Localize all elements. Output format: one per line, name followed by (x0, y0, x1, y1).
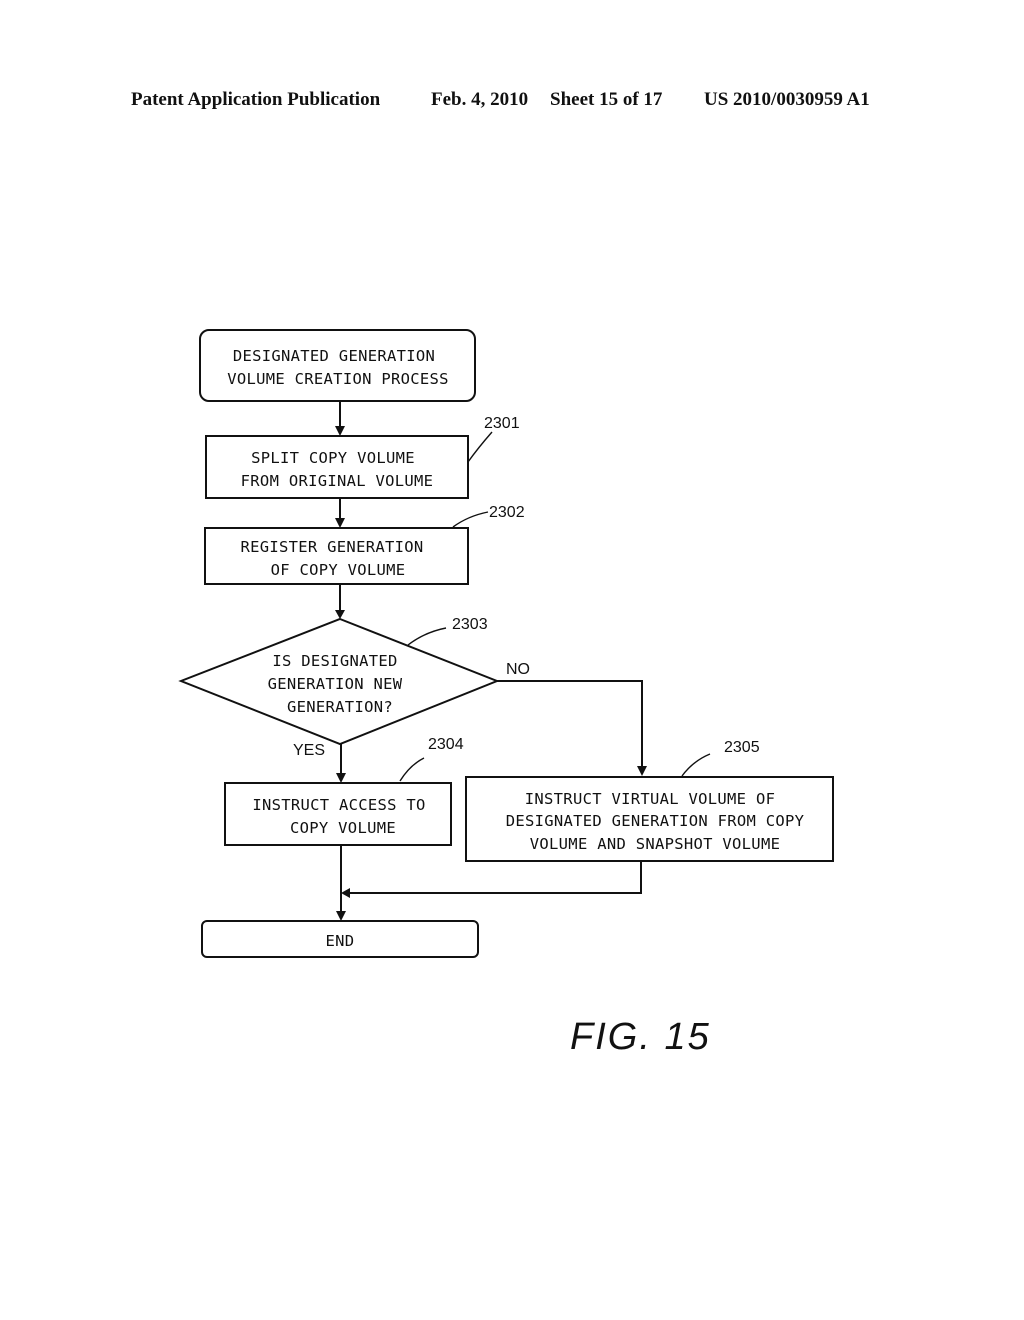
figure-label: FIG. 15 (570, 1016, 711, 1058)
step-2304-line-2: COPY VOLUME (290, 819, 396, 837)
start-line-2: VOLUME CREATION PROCESS (227, 370, 449, 388)
decision-2303-line-1: IS DESIGNATED (272, 652, 397, 670)
ref-2301: 2301 (484, 415, 520, 432)
decision-2303-line-2: GENERATION NEW (268, 675, 403, 693)
ref-2304-leader (399, 757, 425, 782)
step-2302-line-2: OF COPY VOLUME (271, 561, 406, 579)
decision-2303-line-3: GENERATION? (287, 698, 393, 716)
step-2305-line-1: INSTRUCT VIRTUAL VOLUME OF (525, 790, 775, 808)
no-branch: NO (497, 661, 647, 776)
step-2305-line-3: VOLUME AND SNAPSHOT VOLUME (530, 835, 780, 853)
end-terminal: END (201, 920, 479, 958)
step-2302-line-1: REGISTER GENERATION (240, 538, 423, 556)
start-terminal-shape (199, 329, 476, 402)
decision-2303: IS DESIGNATED GENERATION NEW GENERATION?… (178, 616, 500, 746)
ref-2302: 2302 (489, 504, 525, 521)
ref-2303: 2303 (452, 616, 488, 633)
arrow-2302-to-2303 (335, 584, 345, 619)
arrow-2301-to-2302 (335, 498, 345, 528)
ref-2304: 2304 (428, 736, 464, 753)
ref-2303-leader (407, 627, 447, 646)
step-2304-line-1: INSTRUCT ACCESS TO (252, 796, 425, 814)
step-2305-line-2: DESIGNATED GENERATION FROM COPY (506, 812, 805, 830)
start-terminal: DESIGNATED GENERATION VOLUME CREATION PR… (199, 329, 476, 402)
yes-label: YES (293, 742, 325, 759)
step-2302: REGISTER GENERATION OF COPY VOLUME 2302 (204, 504, 525, 585)
step-2304: INSTRUCT ACCESS TO COPY VOLUME 2304 (224, 736, 464, 846)
step-2305: INSTRUCT VIRTUAL VOLUME OF DESIGNATED GE… (465, 739, 834, 862)
step-2301-line-2: FROM ORIGINAL VOLUME (241, 472, 434, 490)
step-2301: SPLIT COPY VOLUME FROM ORIGINAL VOLUME 2… (205, 415, 520, 499)
flowchart: DESIGNATED GENERATION VOLUME CREATION PR… (178, 329, 834, 1058)
ref-2302-leader (452, 511, 489, 528)
no-label: NO (506, 661, 530, 678)
ref-2305: 2305 (724, 739, 760, 756)
ref-2305-leader (681, 753, 711, 777)
end-label: END (326, 932, 355, 950)
yes-branch: YES (293, 742, 346, 783)
ref-2301-leader (467, 431, 493, 463)
step-2301-line-1: SPLIT COPY VOLUME (251, 449, 415, 467)
arrow-start-to-2301 (335, 401, 345, 436)
start-line-1: DESIGNATED GENERATION (233, 347, 435, 365)
